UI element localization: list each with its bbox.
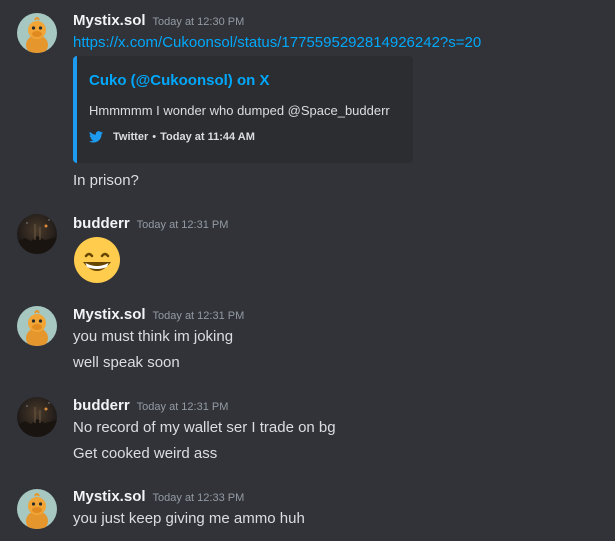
timestamp[interactable]: Today at 12:31 PM [137, 401, 229, 413]
message-header: budderr Today at 12:31 PM [73, 397, 228, 416]
duck-avatar-icon [17, 306, 57, 346]
username[interactable]: Mystix.sol [73, 306, 146, 323]
timestamp[interactable]: Today at 12:30 PM [153, 16, 245, 28]
twitter-bird-icon [89, 131, 103, 143]
username[interactable]: Mystix.sol [73, 12, 146, 29]
duck-avatar-icon [17, 13, 57, 53]
user-avatar[interactable] [17, 489, 57, 529]
user-avatar[interactable] [17, 306, 57, 346]
message-text: In prison? [73, 172, 139, 189]
user-avatar[interactable] [17, 13, 57, 53]
timestamp[interactable]: Today at 12:31 PM [137, 219, 229, 231]
user-avatar[interactable] [17, 397, 57, 437]
embed-description: Hmmmmm I wonder who dumped @Space_budder… [89, 103, 390, 118]
message-text: you just keep giving me ammo huh [73, 510, 305, 527]
user-avatar[interactable] [17, 214, 57, 254]
embed-time: Today at 11:44 AM [160, 131, 255, 143]
username[interactable]: Mystix.sol [73, 488, 146, 505]
embed-title[interactable]: Cuko (@Cukoonsol) on X [89, 72, 269, 89]
link-embed: Cuko (@Cukoonsol) on X Hmmmmm I wonder w… [73, 56, 413, 163]
grinning-face-emoji-icon[interactable] [73, 236, 121, 284]
message-text: well speak soon [73, 354, 180, 371]
message-header: Mystix.sol Today at 12:33 PM [73, 488, 244, 507]
tweet-link[interactable]: https://x.com/Cukoonsol/status/177559529… [73, 33, 481, 53]
night-sky-avatar-icon [17, 397, 57, 437]
embed-source: Twitter [113, 131, 149, 143]
message-text: No record of my wallet ser I trade on bg [73, 419, 336, 436]
message-header: Mystix.sol Today at 12:30 PM [73, 12, 244, 31]
duck-avatar-icon [17, 489, 57, 529]
message-header: budderr Today at 12:31 PM [73, 215, 228, 234]
embed-separator: • [152, 131, 157, 143]
timestamp[interactable]: Today at 12:31 PM [153, 310, 245, 322]
embed-footer: Twitter • Today at 11:44 AM [89, 131, 255, 143]
message-header: Mystix.sol Today at 12:31 PM [73, 306, 244, 325]
chat-log: Mystix.sol Today at 12:30 PM https://x.co… [0, 0, 615, 541]
message-text: you must think im joking [73, 328, 234, 345]
username[interactable]: budderr [73, 397, 130, 414]
night-sky-avatar-icon [17, 214, 57, 254]
message-text: Get cooked weird ass [73, 445, 218, 462]
timestamp[interactable]: Today at 12:33 PM [153, 492, 245, 504]
username[interactable]: budderr [73, 215, 130, 232]
